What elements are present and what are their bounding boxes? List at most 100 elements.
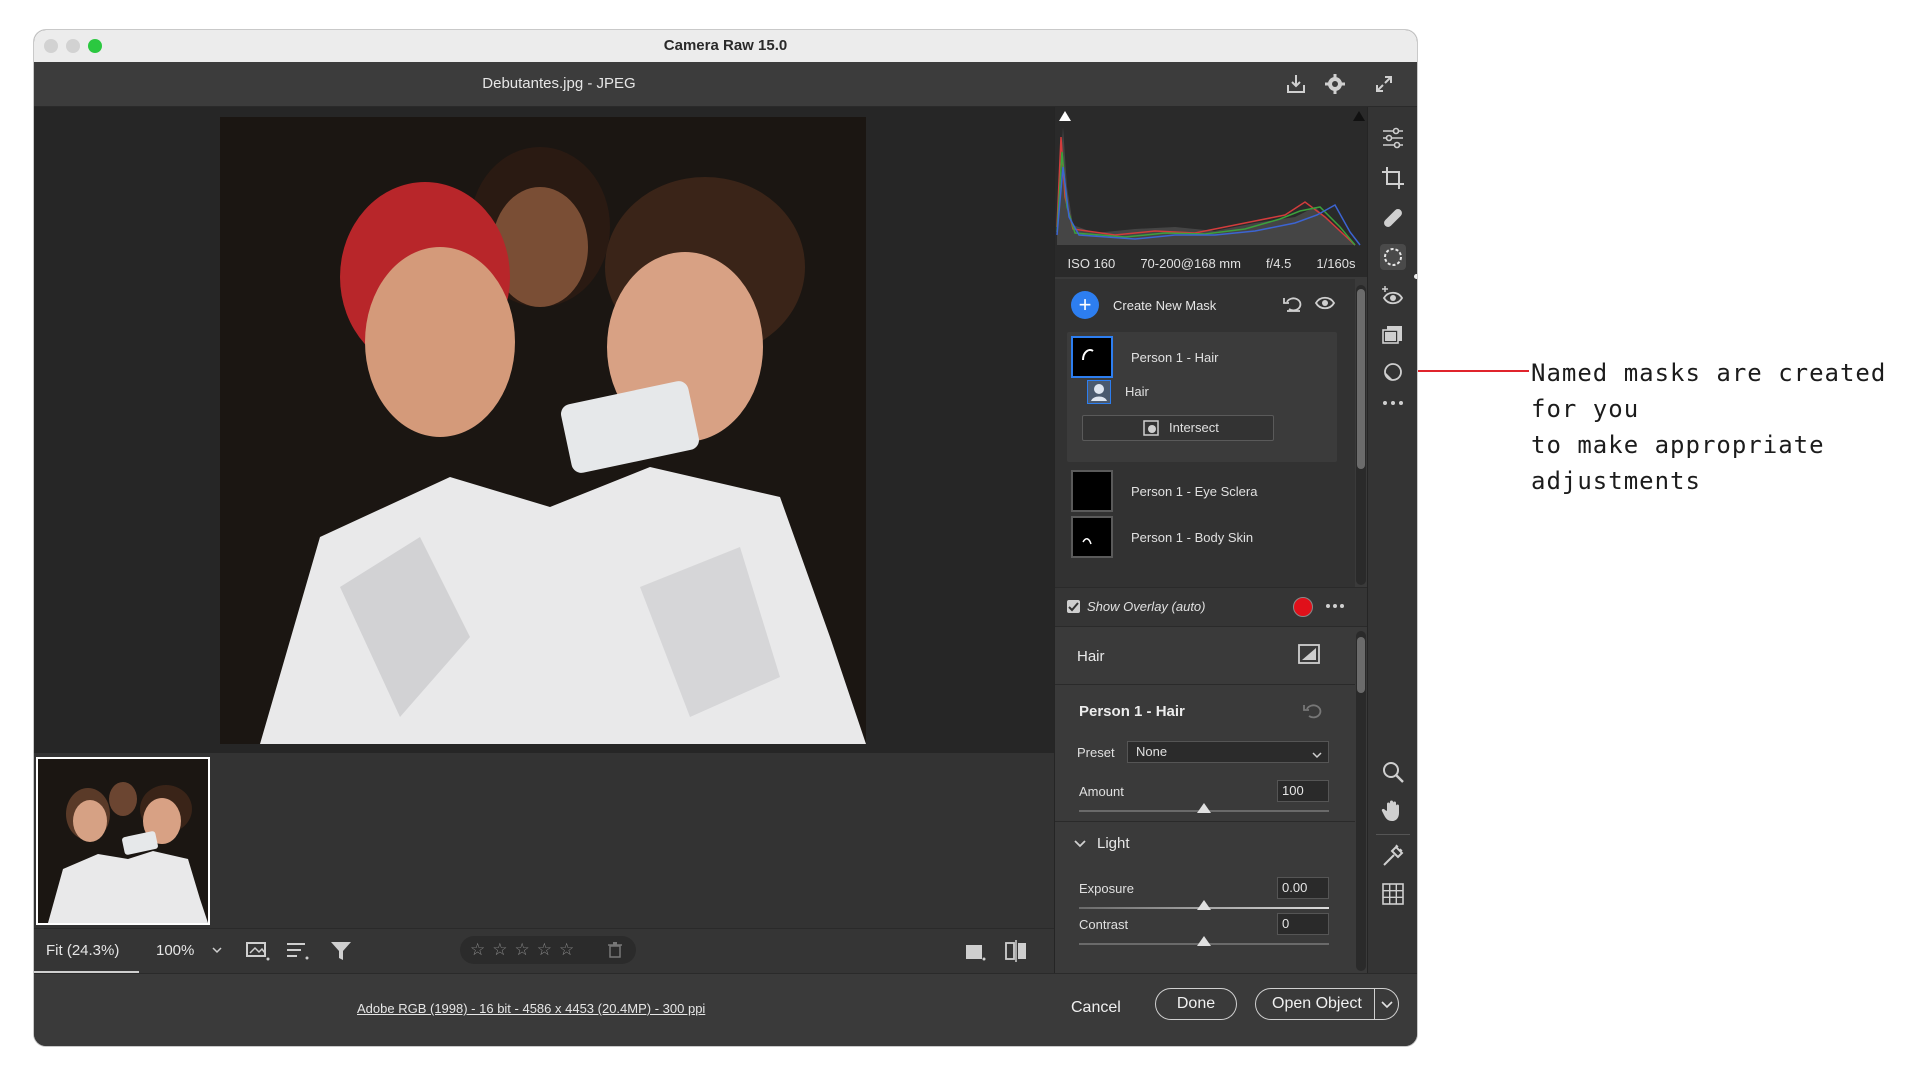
cancel-button[interactable]: Cancel <box>1071 999 1121 1017</box>
annotation-line-1: Named masks are created for you <box>1531 359 1887 423</box>
tool-strip <box>1367 107 1417 973</box>
title-bar: Camera Raw 15.0 <box>34 30 1417 63</box>
mask-item-person-hair[interactable]: Person 1 - Hair <box>1071 336 1331 382</box>
create-new-mask-label: Create New Mask <box>1113 298 1217 313</box>
delete-trash-icon[interactable] <box>608 942 622 958</box>
mask-label: Person 1 - Body Skin <box>1131 530 1254 545</box>
done-button-label: Done <box>1176 995 1216 1012</box>
zoom-tool-icon[interactable] <box>1380 759 1406 785</box>
preset-value: None <box>1136 744 1168 759</box>
file-bar: Debutantes.jpg - JPEG <box>34 62 1417 107</box>
rating-star-icon[interactable]: ☆ <box>492 940 507 960</box>
create-new-mask-button[interactable]: + Create New Mask <box>1071 291 1241 319</box>
histogram-graph <box>1056 127 1361 246</box>
exif-info: ISO 160 70-200@168 mm f/4.5 1/160s <box>1055 250 1368 277</box>
tool-divider <box>1376 834 1410 835</box>
exif-iso: ISO 160 <box>1067 256 1116 271</box>
file-title: Debutantes.jpg - JPEG <box>482 75 636 92</box>
settings-gear-icon[interactable] <box>1323 72 1347 96</box>
fit-zoom-label: Fit (24.3%) <box>46 942 120 959</box>
open-options-chevron-icon[interactable] <box>1374 989 1399 1019</box>
open-object-label: Open Object <box>1272 995 1362 1012</box>
reset-adjustments-icon[interactable] <box>1303 701 1323 719</box>
mask-thumbnail[interactable] <box>1071 470 1113 512</box>
contrast-slider-handle[interactable] <box>1197 936 1211 946</box>
light-section-label: Light <box>1097 835 1130 852</box>
done-button[interactable]: Done <box>1155 988 1237 1020</box>
filter-icon[interactable] <box>330 940 352 962</box>
annotation-text: Named masks are created for you to make … <box>1531 355 1911 499</box>
masking-icon[interactable] <box>1380 244 1406 270</box>
preset-dropdown[interactable]: None <box>1127 741 1329 763</box>
before-after-icon[interactable] <box>1004 940 1028 962</box>
contrast-value-field[interactable]: 0 <box>1277 913 1329 935</box>
workflow-options-link[interactable]: Adobe RGB (1998) - 16 bit - 4586 x 4453 … <box>357 1001 705 1016</box>
rating-star-icon[interactable]: ☆ <box>515 940 530 960</box>
photo-preview[interactable] <box>220 117 866 744</box>
adjustments-panel: Person 1 - Hair Preset None Amount 100 L… <box>1055 685 1355 973</box>
fullscreen-icon[interactable] <box>1372 72 1396 96</box>
zoom-dropdown-chevron-icon[interactable] <box>210 943 224 957</box>
show-overlay-checkbox[interactable] <box>1067 600 1080 613</box>
masks-scrollbar[interactable] <box>1356 285 1366 585</box>
intersect-label: Intersect <box>1169 420 1219 435</box>
mask-item-body-skin[interactable]: Person 1 - Body Skin <box>1071 516 1331 562</box>
filmstrip-thumbnail[interactable] <box>36 757 210 925</box>
rating-star-icon[interactable]: ☆ <box>559 940 574 960</box>
zoom-100-label: 100% <box>156 942 195 959</box>
adjustments-scrollbar[interactable] <box>1356 631 1366 971</box>
footer-bar: Adobe RGB (1998) - 16 bit - 4586 x 4453 … <box>34 973 1417 1046</box>
rating-star-icon[interactable]: ☆ <box>537 940 552 960</box>
amount-slider-handle[interactable] <box>1197 803 1211 813</box>
panel-edge-dot <box>1414 274 1417 279</box>
open-object-button[interactable]: Open Object <box>1255 988 1399 1020</box>
adjustments-scrollbar-thumb[interactable] <box>1357 637 1365 693</box>
amount-value-field[interactable]: 100 <box>1277 780 1329 802</box>
sampler-icon[interactable] <box>1380 843 1406 869</box>
edit-sliders-icon[interactable] <box>1380 125 1406 151</box>
star-rating[interactable]: ☆ ☆ ☆ ☆ ☆ <box>460 936 636 964</box>
grid-overlay-icon[interactable] <box>1380 881 1406 907</box>
exif-shutter: 1/160s <box>1316 256 1356 271</box>
masks-scrollbar-thumb[interactable] <box>1357 289 1365 469</box>
plus-icon: + <box>1071 291 1099 319</box>
masks-panel: + Create New Mask Person 1 - Hair Hair I… <box>1055 279 1355 587</box>
more-tools-icon[interactable] <box>1380 390 1406 416</box>
preset-label: Preset <box>1077 745 1115 760</box>
invert-mask-icon[interactable] <box>1298 644 1320 664</box>
annotation-line-2: to make appropriate adjustments <box>1531 431 1825 495</box>
single-view-icon[interactable] <box>964 942 986 962</box>
fit-zoom-button[interactable]: Fit (24.3%) <box>34 929 139 973</box>
healing-icon[interactable] <box>1380 205 1406 231</box>
hand-tool-icon[interactable] <box>1380 797 1406 823</box>
snapshots-icon[interactable] <box>1380 359 1406 385</box>
overlay-more-options-icon[interactable] <box>1325 599 1345 613</box>
overlay-color-swatch[interactable] <box>1293 597 1313 617</box>
visibility-eye-icon[interactable] <box>1314 295 1336 311</box>
preview-bottom-bar: Fit (24.3%) 100% ☆ ☆ ☆ ☆ ☆ <box>34 928 1054 973</box>
reset-masks-icon[interactable] <box>1283 294 1303 314</box>
filmstrip <box>34 753 1054 928</box>
intersect-button[interactable]: Intersect <box>1082 415 1274 441</box>
contrast-slider[interactable]: Contrast 0 <box>1079 913 1329 953</box>
mask-item-eye-sclera[interactable]: Person 1 - Eye Sclera <box>1071 470 1331 516</box>
mask-thumbnail[interactable] <box>1071 336 1113 378</box>
presets-icon[interactable] <box>1380 321 1406 347</box>
sort-icon[interactable] <box>286 941 310 961</box>
exposure-slider-handle[interactable] <box>1197 900 1211 910</box>
rating-star-icon[interactable]: ☆ <box>470 940 485 960</box>
crop-icon[interactable] <box>1380 165 1406 191</box>
image-preview[interactable] <box>34 107 1054 753</box>
mask-thumbnail[interactable] <box>1071 516 1113 558</box>
exposure-value-field[interactable]: 0.00 <box>1277 877 1329 899</box>
mask-component-hair[interactable]: Hair <box>1087 380 1347 408</box>
save-image-icon[interactable] <box>1284 72 1308 96</box>
intersect-icon <box>1143 420 1159 436</box>
filmstrip-options-icon[interactable] <box>246 940 272 962</box>
zoom-100-button[interactable]: 100% <box>144 929 200 973</box>
light-section-header[interactable]: Light <box>1055 821 1355 866</box>
amount-slider[interactable]: Amount 100 <box>1079 780 1329 820</box>
red-eye-icon[interactable] <box>1380 283 1406 309</box>
exposure-slider[interactable]: Exposure 0.00 <box>1079 877 1329 917</box>
edit-panel: ISO 160 70-200@168 mm f/4.5 1/160s + Cre… <box>1054 107 1368 973</box>
